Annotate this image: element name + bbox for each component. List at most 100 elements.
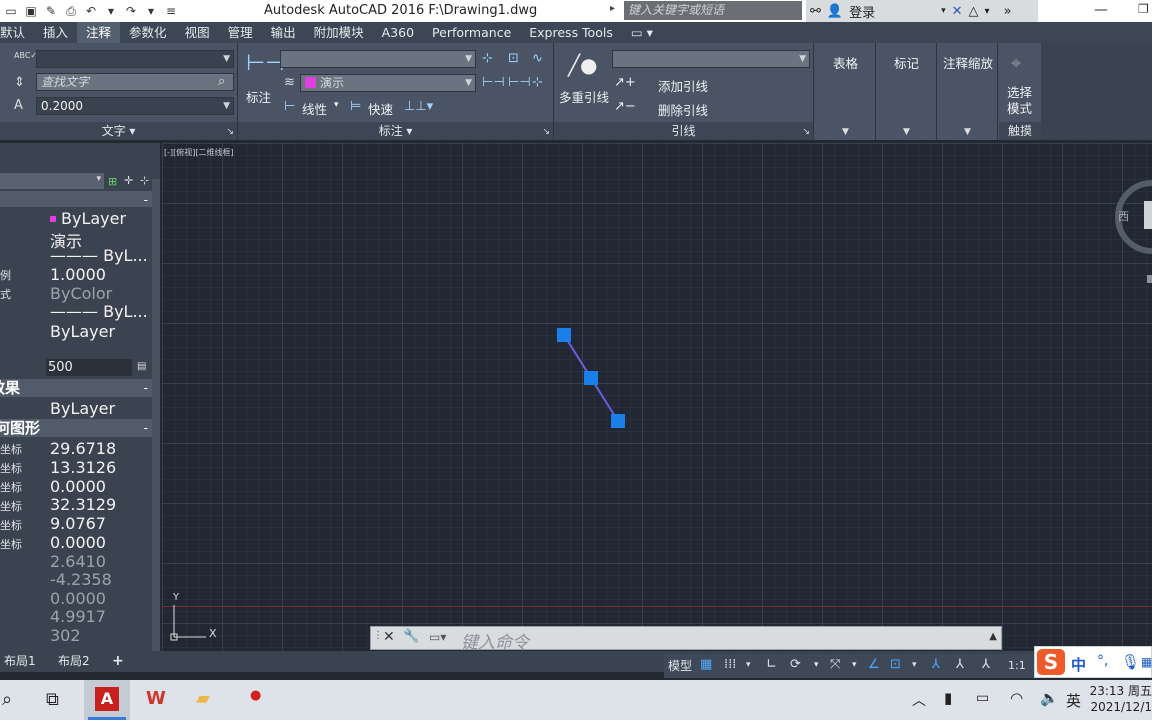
exchange-icon[interactable]: ✕: [952, 4, 963, 19]
nav-bar-handle[interactable]: [1147, 275, 1152, 283]
prop-color[interactable]: ByLayer: [61, 209, 126, 228]
undo-icon[interactable]: ↶: [82, 3, 100, 19]
sogou-icon[interactable]: S: [1037, 649, 1065, 675]
multileader-button[interactable]: 多重引线: [559, 87, 609, 106]
user-icon[interactable]: 👤: [827, 4, 843, 19]
properties-scrollbar[interactable]: [152, 179, 160, 651]
text-height-icon[interactable]: ⇕: [14, 75, 25, 90]
quick-button[interactable]: 快速: [368, 99, 393, 118]
layer-stack-icon[interactable]: ≋: [284, 75, 295, 90]
prop-material[interactable]: ByLayer: [50, 399, 115, 418]
dimension-panel-launcher[interactable]: ↘: [542, 127, 550, 137]
dimension-panel-title[interactable]: 标注 ▾: [238, 122, 553, 140]
table-panel[interactable]: 表格 ▼: [816, 43, 876, 140]
tab-layout1[interactable]: 布局1: [0, 653, 40, 670]
tab-output[interactable]: 输出: [262, 22, 305, 43]
thickness-input[interactable]: 500: [46, 359, 132, 376]
end-y-value[interactable]: 9.0767: [50, 514, 106, 533]
search-expand-icon[interactable]: ▸: [610, 3, 615, 14]
ime-lang[interactable]: 中: [1071, 654, 1086, 675]
general-section-header[interactable]: -: [0, 191, 152, 207]
linear-button[interactable]: 线性: [302, 99, 327, 118]
pickadd-icon[interactable]: ⊹: [140, 174, 149, 187]
recorder-icon[interactable]: ●: [250, 688, 261, 703]
tray-expand-icon[interactable]: ︿: [912, 690, 926, 710]
linear-dropdown-icon[interactable]: ▾: [334, 100, 339, 110]
osnap-icon[interactable]: ⊡: [890, 657, 901, 672]
osnap-dropdown-icon[interactable]: ▾: [852, 660, 857, 670]
tab-addins[interactable]: 附加模块: [305, 22, 373, 43]
start-y-value[interactable]: 13.3126: [50, 458, 116, 477]
battery-icon[interactable]: ▭: [976, 690, 989, 706]
quick-select-icon[interactable]: ⊞: [108, 175, 117, 188]
ime-punct-icon[interactable]: °,: [1097, 653, 1108, 669]
isodraft-icon[interactable]: ∠: [868, 657, 880, 672]
annotation-scale-icon[interactable]: ⅄: [982, 657, 990, 672]
dim-tool-3-icon[interactable]: ∿: [532, 51, 543, 66]
select-mode-button[interactable]: 选择 模式: [1007, 85, 1032, 117]
viewcube-face[interactable]: [1144, 201, 1152, 229]
file-explorer-icon[interactable]: ▰: [196, 688, 210, 709]
dimension-icon[interactable]: ⊢⊣: [246, 51, 284, 76]
grid-icon[interactable]: ▦: [700, 657, 712, 672]
snap-dropdown-icon[interactable]: ▾: [746, 660, 751, 670]
tab-parametric[interactable]: 参数化: [120, 22, 176, 43]
annotation-scale-panel[interactable]: 注释缩放 ▼: [938, 43, 998, 140]
leader-panel-title[interactable]: 引线: [554, 122, 813, 140]
search-taskbar-icon[interactable]: ⌕: [2, 689, 12, 710]
prop-linetype-scale[interactable]: 1.0000: [50, 265, 106, 284]
dim-layer-select[interactable]: 演示 ▼: [300, 74, 476, 92]
osnap-tracking-icon[interactable]: ⤧: [830, 657, 840, 672]
undo-dropdown-icon[interactable]: ▾: [102, 3, 120, 19]
expand-icon[interactable]: »: [1004, 4, 1012, 19]
dimension-label[interactable]: 标注: [246, 87, 271, 106]
restore-button[interactable]: ❐: [1138, 2, 1149, 16]
prop-plot-style[interactable]: ByColor: [50, 284, 112, 303]
polar-icon[interactable]: ⟳: [790, 657, 801, 672]
tab-insert[interactable]: 插入: [34, 22, 77, 43]
dim-style-select[interactable]: ▼: [280, 50, 476, 68]
drawing-canvas[interactable]: [-][俯视][二维线框] Y X 西: [162, 143, 1152, 651]
table-expand-icon[interactable]: ▼: [842, 127, 849, 137]
add-layout-icon[interactable]: +: [108, 653, 128, 670]
mid-grip[interactable]: [584, 371, 598, 385]
add-leader-icon[interactable]: ↗+: [614, 75, 636, 90]
dim-tool-1-icon[interactable]: ⊹: [482, 51, 493, 66]
end-grip[interactable]: [611, 414, 625, 428]
text-height-select[interactable]: 0.2000 ▼: [36, 97, 234, 115]
geometry-section-header[interactable]: 几何图形-: [0, 419, 152, 437]
leader-panel-launcher[interactable]: ↘: [802, 127, 810, 137]
login-label[interactable]: 登录: [849, 2, 875, 21]
start-grip[interactable]: [557, 328, 571, 342]
a360-icon[interactable]: △: [969, 4, 979, 19]
cmd-recent-icon[interactable]: ▭▾: [429, 630, 446, 644]
ortho-icon[interactable]: ∟: [766, 657, 777, 672]
remove-leader-icon[interactable]: ↗−: [614, 99, 636, 114]
text-size-icon[interactable]: A: [14, 98, 23, 113]
effects-section-header[interactable]: 效果-: [0, 379, 152, 397]
qat-menu-icon[interactable]: ≡: [162, 3, 180, 19]
text-style-select[interactable]: ▼: [36, 50, 234, 68]
continue-icon[interactable]: ⊥⊥▾: [404, 99, 433, 114]
multileader-style-select[interactable]: ▼: [612, 50, 810, 68]
text-panel-title[interactable]: 文字 ▾: [0, 122, 237, 140]
wps-icon[interactable]: W: [146, 688, 166, 709]
find-icon[interactable]: ⌕: [218, 74, 225, 89]
selection-select[interactable]: ▾: [0, 173, 104, 189]
remove-leader-button[interactable]: 删除引线: [658, 100, 708, 119]
tab-a360[interactable]: A360: [373, 22, 423, 43]
tray-usb-icon[interactable]: ▮: [944, 689, 952, 707]
cmd-customize-icon[interactable]: 🔧: [403, 629, 419, 644]
tab-manage[interactable]: 管理: [219, 22, 262, 43]
clock[interactable]: 23:13 周五 2021/12/1: [1088, 683, 1152, 715]
camera-icon[interactable]: ▭ ▾: [622, 22, 662, 43]
end-x-value[interactable]: 32.3129: [50, 495, 116, 514]
dim-tool-5-icon[interactable]: ⊢⊣: [508, 75, 531, 90]
text-panel-launcher[interactable]: ↘: [226, 127, 234, 137]
linear-icon[interactable]: ⊢: [284, 99, 295, 114]
model-button[interactable]: 模型: [668, 657, 692, 674]
end-z-value[interactable]: 0.0000: [50, 533, 106, 552]
dim-tool-4-icon[interactable]: ⊢⊣: [482, 75, 505, 90]
calculator-icon[interactable]: ▤: [137, 361, 146, 372]
save-as-icon[interactable]: ✎: [42, 3, 60, 19]
